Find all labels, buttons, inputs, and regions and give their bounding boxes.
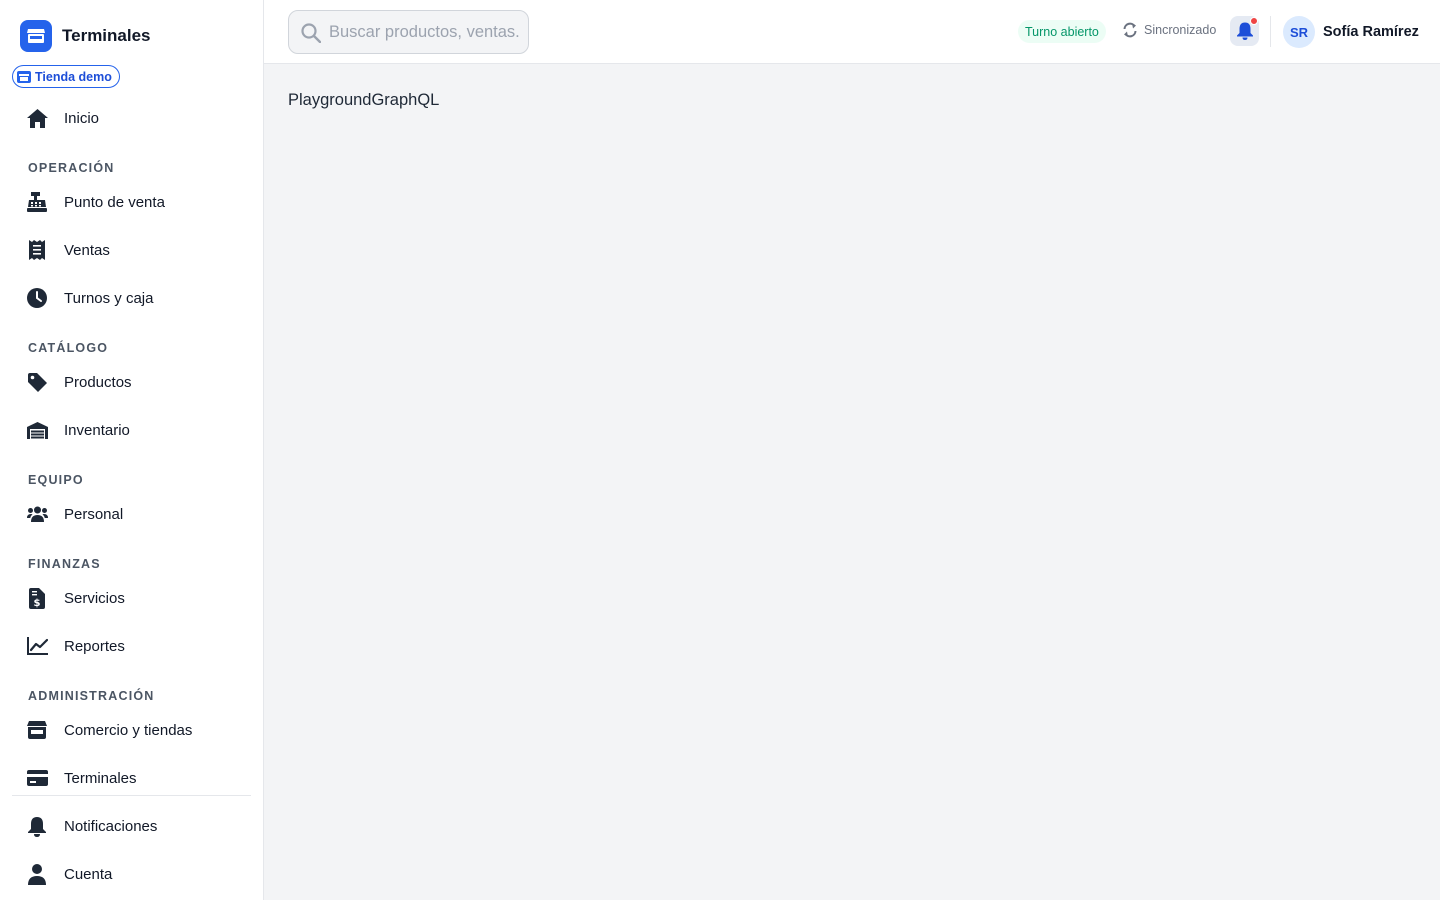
line-chart-icon: [26, 636, 48, 656]
section-title-equipo: EQUIPO: [28, 473, 84, 487]
sidebar-item-terminales[interactable]: Terminales: [16, 758, 248, 798]
user-name: Sofía Ramírez: [1323, 24, 1419, 40]
sidebar-item-label: Inicio: [64, 109, 100, 127]
sidebar-item-servicios[interactable]: $ Servicios: [16, 578, 248, 618]
user-menu[interactable]: SR Sofía Ramírez: [1283, 16, 1419, 48]
sidebar-item-label: Productos: [64, 373, 132, 391]
store-icon: [17, 70, 31, 83]
home-icon: [26, 108, 48, 128]
sidebar-item-label: Terminales: [64, 769, 137, 787]
sync-status: Sincronizado: [1122, 22, 1216, 38]
store-icon: [20, 20, 52, 52]
sidebar-item-label: Servicios: [64, 589, 125, 607]
search-box: [288, 10, 529, 54]
notifications-button[interactable]: [1230, 16, 1259, 46]
sidebar-item-label: Punto de venta: [64, 193, 165, 211]
sidebar-item-cuenta[interactable]: Cuenta: [16, 854, 248, 894]
sidebar-item-inventario[interactable]: Inventario: [16, 410, 248, 450]
sidebar-item-reportes[interactable]: Reportes: [16, 626, 248, 666]
section-title-finanzas: FINANZAS: [28, 557, 101, 571]
sidebar-item-punto-de-venta[interactable]: Punto de venta: [16, 182, 248, 222]
sidebar-item-label: Inventario: [64, 421, 130, 439]
brand-title: Terminales: [62, 26, 151, 45]
page-content-text: PlaygroundGraphQL: [288, 91, 440, 109]
sidebar-divider: [12, 795, 251, 796]
bell-icon: [26, 816, 48, 837]
sidebar: Terminales Tienda demo Inicio OPERACIÓN: [0, 0, 264, 900]
avatar: SR: [1283, 16, 1315, 48]
sidebar-item-notificaciones[interactable]: Notificaciones: [16, 806, 248, 846]
user-icon: [26, 863, 48, 885]
sidebar-item-comercio-y-tiendas[interactable]: Comercio y tiendas: [16, 710, 248, 750]
sidebar-item-label: Comercio y tiendas: [64, 721, 193, 739]
users-icon: [26, 504, 48, 524]
cash-register-icon: [26, 192, 48, 212]
sidebar-item-label: Turnos y caja: [64, 289, 154, 307]
svg-text:$: $: [34, 598, 41, 609]
sidebar-item-inicio[interactable]: Inicio: [16, 98, 248, 138]
sidebar-item-productos[interactable]: Productos: [16, 362, 248, 402]
search-input[interactable]: [329, 11, 519, 53]
section-title-administracion: ADMINISTRACIÓN: [28, 689, 155, 703]
unread-indicator: [1250, 17, 1258, 25]
section-title-operacion: OPERACIÓN: [28, 161, 115, 175]
sidebar-item-label: Notificaciones: [64, 817, 158, 835]
header-divider: [1270, 16, 1271, 47]
warehouse-icon: [26, 420, 48, 440]
sidebar-item-ventas[interactable]: Ventas: [16, 230, 248, 270]
store-selector-chip[interactable]: Tienda demo: [12, 65, 120, 88]
bell-icon: [1236, 22, 1253, 40]
sidebar-item-label: Ventas: [64, 241, 110, 259]
search-icon: [301, 23, 322, 44]
sidebar-item-turnos-y-caja[interactable]: Turnos y caja: [16, 278, 248, 318]
receipt-icon: [26, 240, 48, 260]
tag-icon: [26, 372, 48, 392]
invoice-dollar-icon: $: [26, 587, 48, 609]
brand[interactable]: Terminales: [20, 20, 151, 52]
main-content: PlaygroundGraphQL: [264, 64, 1440, 900]
credit-card-icon: [26, 768, 48, 788]
sidebar-item-label: Cuenta: [64, 865, 113, 883]
sidebar-item-label: Reportes: [64, 637, 125, 655]
top-header: Turno abierto Sincronizado SR Sofía Ramí…: [264, 0, 1440, 64]
clock-icon: [26, 288, 48, 308]
section-title-catalogo: CATÁLOGO: [28, 341, 109, 355]
sidebar-item-label: Personal: [64, 505, 124, 523]
store-chip-label: Tienda demo: [35, 69, 112, 84]
sidebar-item-personal[interactable]: Personal: [16, 494, 248, 534]
sync-icon: [1122, 22, 1138, 38]
store-icon: [26, 720, 48, 740]
shift-status-badge: Turno abierto: [1018, 20, 1106, 43]
sync-status-label: Sincronizado: [1144, 23, 1217, 37]
